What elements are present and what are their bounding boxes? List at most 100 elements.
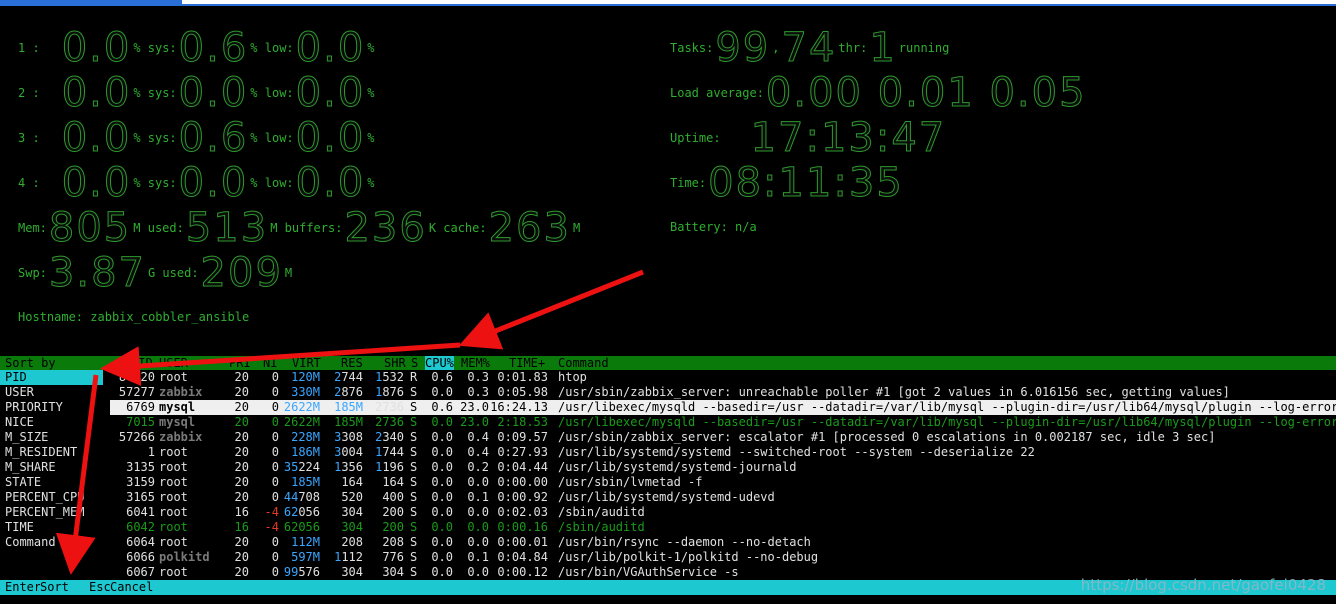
- col-command[interactable]: Command: [558, 356, 609, 370]
- shr-b: 200: [382, 505, 404, 519]
- command-cell: htop: [558, 370, 587, 384]
- table-row[interactable]: 6041 root 16 -4 62056 304 200 S 0.0 0.0 0:02.03/sb…: [110, 505, 1336, 520]
- mem-total: 805: [48, 205, 132, 251]
- col-mem[interactable]: MEM%: [461, 356, 490, 370]
- sort-option[interactable]: TIME: [0, 520, 110, 535]
- tasks-thr-label: thr:: [838, 41, 868, 55]
- pid-cell: 3165: [126, 490, 155, 504]
- res-group: 1112: [334, 550, 363, 565]
- pid-cell: 57266: [118, 430, 155, 444]
- sort-option[interactable]: PERCENT_MEM: [0, 505, 110, 520]
- col-user[interactable]: USER: [159, 356, 188, 370]
- mem-cache: 263: [488, 205, 571, 251]
- sort-option[interactable]: M_RESIDENT: [0, 445, 110, 460]
- col-state[interactable]: S: [411, 356, 418, 370]
- mem-used: 513: [185, 205, 269, 251]
- user-cell: root: [159, 565, 188, 579]
- time-cell: 0:00.00: [497, 475, 548, 489]
- res-b: 208: [341, 535, 363, 549]
- shr-b: 400: [382, 490, 404, 504]
- pri-cell: 20: [234, 460, 249, 474]
- col-ni[interactable]: NI: [263, 356, 277, 370]
- ni-cell: 0: [271, 370, 279, 384]
- tasks-value: 99: [715, 25, 771, 71]
- pri-cell: 20: [234, 475, 249, 489]
- virt-group: 99576: [284, 565, 320, 580]
- esc-cancel-action[interactable]: Cancel: [110, 580, 153, 595]
- sort-option[interactable]: PRIORITY: [0, 400, 110, 415]
- col-virt[interactable]: VIRT: [292, 356, 321, 370]
- virt-group: 120M: [291, 370, 320, 385]
- pri-cell: 16: [234, 505, 249, 519]
- cpu-low-label: % low:: [250, 176, 294, 190]
- table-row[interactable]: 6064 root 20 0 112M 208 208 S 0.0 0.0 0:00.01/usr/…: [110, 535, 1336, 550]
- swap-unit: M: [284, 266, 293, 280]
- sort-option[interactable]: NICE: [0, 415, 110, 430]
- enter-sort-action[interactable]: Sort: [40, 580, 88, 595]
- res-group: 2876: [334, 385, 363, 400]
- cpu-meter: 2 :0.0% sys: 0.0% low: 0.0%: [18, 70, 375, 116]
- enter-key[interactable]: Enter: [5, 580, 41, 595]
- table-row[interactable]: 6042 root 16 -4 62056 304 200 S 0.0 0.0 0:00.16/sb…: [110, 520, 1336, 535]
- shr-b: 744: [382, 445, 404, 459]
- command-cell: /usr/libexec/mysqld --basedir=/usr --dat…: [558, 400, 1336, 414]
- pid-cell: 6064: [126, 535, 155, 549]
- table-row[interactable]: 84520 root 20 0 120M 2744 1532 R 0.6 0.3 0:01.83 ht…: [110, 370, 1336, 385]
- cpu-label: 3 :: [18, 131, 40, 145]
- cpu-user-value: 0.0: [61, 115, 132, 161]
- table-row[interactable]: 3159 root 20 0 185M 164 164 S 0.0 0.0 0:00.00/usr/…: [110, 475, 1336, 490]
- pid-cell: 3135: [126, 460, 155, 474]
- mem-cell: 0.0: [467, 505, 489, 519]
- table-row[interactable]: 57266 zabbix 20 0 228M 3308 2340 S 0.0 0.4 0:09.57…: [110, 430, 1336, 445]
- user-cell: zabbix: [159, 430, 203, 444]
- cpu-cell: 0.0: [431, 430, 453, 444]
- user-cell: root: [159, 445, 188, 459]
- col-pid[interactable]: PID: [131, 356, 153, 370]
- table-row[interactable]: 3165 root 20 0 44708 520 400 S 0.0 0.1 0:00.92/usr…: [110, 490, 1336, 505]
- time-cell: 2:18.53: [497, 415, 548, 429]
- col-res[interactable]: RES: [341, 356, 363, 370]
- cpu-sys-label: % sys:: [133, 41, 177, 55]
- table-row[interactable]: 6066 polkitd 20 0 597M 1112 776 S 0.0 0.1 0:04.84 /…: [110, 550, 1336, 565]
- sort-option[interactable]: STATE: [0, 475, 110, 490]
- res-group: 304: [341, 520, 363, 535]
- virt-b: 597M: [291, 550, 320, 564]
- virt-a: 62: [283, 520, 299, 534]
- state-cell: S: [410, 490, 418, 504]
- col-pri[interactable]: PRI: [229, 356, 251, 370]
- col-time[interactable]: TIME+: [509, 356, 545, 370]
- cpu-cell: 0.0: [431, 475, 453, 489]
- col-shr[interactable]: SHR: [384, 356, 406, 370]
- sort-option[interactable]: Command: [0, 535, 110, 550]
- virt-group: 228M: [291, 430, 320, 445]
- sort-option[interactable]: M_SHARE: [0, 460, 110, 475]
- swap-meter: Swp: 3.87 G used: 209 M: [18, 253, 293, 294]
- cpu-sys-value: 0.0: [178, 70, 249, 116]
- sort-option[interactable]: PID: [0, 370, 103, 385]
- virt-b: 186M: [291, 445, 320, 459]
- cpu-low-label: % low:: [250, 86, 294, 100]
- table-row[interactable]: 7015 mysql 20 0 2622M 185M 2736 S 0.0 23.0 2:18.53…: [110, 415, 1336, 430]
- process-header: Sort by PID USER PRI NI VIRT RES SHR S C…: [0, 356, 1336, 370]
- time-label: Time:: [670, 176, 707, 190]
- table-row[interactable]: 1 root 20 0 186M 3004 1744 S 0.0 0.4 0:27.93/usr/l…: [110, 445, 1336, 460]
- table-row[interactable]: 6769 mysql 20 0 2622M 185M 2736 S 0.6 23.0 16:24.1…: [110, 400, 1336, 415]
- esc-key[interactable]: Esc: [89, 580, 111, 595]
- sort-option[interactable]: M_SIZE: [0, 430, 110, 445]
- col-cpu-sorted[interactable]: CPU%: [425, 356, 454, 370]
- table-row[interactable]: 3135 root 20 0 35224 1356 1196 S 0.0 0.2 0:04.44/u…: [110, 460, 1336, 475]
- cpu-cell: 0.0: [431, 565, 453, 579]
- cpu-sys-value: 0.0: [178, 160, 249, 206]
- res-group: 185M: [334, 415, 363, 430]
- table-row[interactable]: 57277 zabbix 20 0 330M 2876 1876 S 0.0 0.3 0:05.98…: [110, 385, 1336, 400]
- process-list: 84520 root 20 0 120M 2744 1532 R 0.6 0.3 0:01.83 ht…: [110, 370, 1336, 580]
- battery-meter: Battery: n/a: [670, 220, 757, 234]
- cpu-cell: 0.0: [431, 505, 453, 519]
- time-cell: 0:00.16: [497, 520, 548, 534]
- sort-option[interactable]: PERCENT_CPU: [0, 490, 110, 505]
- ni-cell: -4: [264, 505, 279, 519]
- time-cell: 0:02.03: [497, 505, 548, 519]
- cpu-cell: 0.6: [431, 400, 453, 414]
- shr-b: 164: [382, 475, 404, 489]
- sort-option[interactable]: USER: [0, 385, 110, 400]
